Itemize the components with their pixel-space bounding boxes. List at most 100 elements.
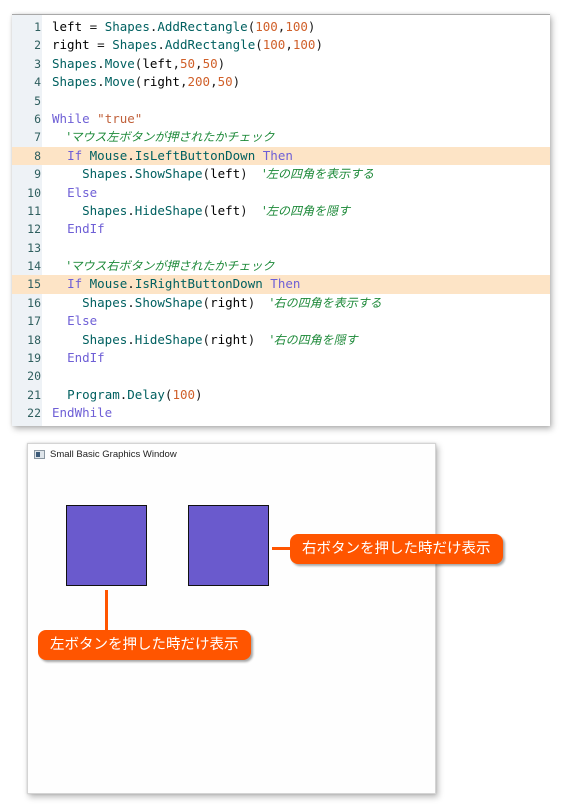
code-token: 100 <box>285 19 308 34</box>
code-token: 50 <box>202 55 218 71</box>
code-token: left <box>210 202 241 218</box>
code-token: . <box>127 166 135 182</box>
line-number: 22 <box>27 406 41 421</box>
code-line[interactable]: 21 Program.Delay(100) <box>12 386 550 404</box>
graphics-window: Small Basic Graphics Window <box>27 443 436 794</box>
line-number: 18 <box>27 332 41 347</box>
code-token: 100 <box>255 19 278 34</box>
code-lines: 1 left = Shapes.AddRectangle(100,100) 2 rig… <box>12 18 550 423</box>
code-token: 100 <box>262 37 286 53</box>
code-line[interactable]: 2 right = Shapes.AddRectangle(100,100) <box>12 36 550 54</box>
code-line[interactable]: 7 'マウス左ボタンが押されたかチェック <box>12 128 550 146</box>
code-token: EndIf <box>67 221 105 237</box>
code-token: Program <box>67 386 120 402</box>
line-text: 'マウス左ボタンが押されたかチェック <box>52 128 274 146</box>
code-token: = <box>82 19 105 34</box>
line-text: Shapes.ShowShape(right) '右の四角を表示する <box>52 294 382 312</box>
line-number: 1 <box>34 20 41 34</box>
line-number: 10 <box>27 185 41 200</box>
line-number: 16 <box>27 295 41 310</box>
code-token: 200 <box>187 74 211 90</box>
code-line[interactable]: 9 Shapes.ShowShape(left) '左の四角を表示する <box>12 165 550 183</box>
code-line[interactable]: 22 EndWhile <box>12 404 550 422</box>
line-text: Else <box>52 184 97 202</box>
code-token: ) <box>307 19 316 34</box>
code-token: ) <box>195 386 203 402</box>
line-number: 8 <box>34 148 41 163</box>
code-line[interactable]: 1 left = Shapes.AddRectangle(100,100) <box>12 18 550 36</box>
code-token: Mouse <box>89 147 128 163</box>
line-number: 15 <box>27 277 41 292</box>
code-token: left <box>210 166 241 182</box>
line-text: Shapes.HideShape(left) '左の四角を隠す <box>52 202 350 220</box>
code-token: = <box>89 37 113 53</box>
code-token: "true" <box>97 110 143 126</box>
code-token: right <box>210 294 248 310</box>
right-rectangle-shape <box>188 505 269 586</box>
code-token: ( <box>255 37 263 53</box>
code-token: Mouse <box>89 276 128 292</box>
code-line[interactable]: 17 Else <box>12 312 550 330</box>
line-text: EndIf <box>52 349 105 367</box>
code-token: EndWhile <box>52 405 113 421</box>
code-token: , <box>285 37 293 53</box>
code-line[interactable]: 8 If Mouse.IsLeftButtonDown Then <box>12 146 550 166</box>
code-token: Move <box>104 55 135 71</box>
code-token: , <box>179 74 188 90</box>
code-line[interactable]: 14 'マウス右ボタンが押されたかチェック <box>12 257 550 275</box>
code-token: 100 <box>292 37 316 53</box>
code-editor[interactable]: 1 left = Shapes.AddRectangle(100,100) 2 rig… <box>12 14 550 426</box>
code-line[interactable]: 16 Shapes.ShowShape(right) '右の四角を表示する <box>12 294 550 312</box>
code-line[interactable]: 11 Shapes.HideShape(left) '左の四角を隠す <box>12 202 550 220</box>
code-comment: '右の四角を表示する <box>270 295 382 310</box>
code-token: . <box>157 37 165 53</box>
code-token: Shapes <box>82 202 128 218</box>
code-token: left <box>142 55 173 71</box>
code-comment: 'マウス左ボタンが押されたかチェック <box>67 130 275 145</box>
line-text: 'マウス右ボタンが押されたかチェック <box>52 257 274 275</box>
code-line[interactable]: 10 Else <box>12 184 550 202</box>
code-comment: '左の四角を隠す <box>262 203 351 218</box>
code-line[interactable]: 4 Shapes.Move(right,200,50) <box>12 73 550 91</box>
code-token: ) <box>247 331 271 347</box>
line-text: If Mouse.IsRightButtonDown Then <box>52 275 300 293</box>
code-token: ) <box>232 74 241 90</box>
right-callout: 右ボタンを押した時だけ表示 <box>290 534 503 564</box>
code-line[interactable]: 6 While "true" <box>12 110 550 128</box>
code-token: 50 <box>179 55 196 71</box>
code-line[interactable]: 3 Shapes.Move(left,50,50) <box>12 55 550 73</box>
line-number: 7 <box>34 130 41 145</box>
line-number: 3 <box>34 56 41 71</box>
code-token: Then <box>270 276 301 292</box>
code-line[interactable]: 20 <box>12 367 550 385</box>
line-number: 6 <box>34 111 41 126</box>
code-line[interactable]: 18 Shapes.HideShape(right) '右の四角を隠す <box>12 331 550 349</box>
code-token: ShowShape <box>134 166 203 182</box>
code-line[interactable]: 13 <box>12 239 550 257</box>
left-callout-connector <box>105 590 108 631</box>
code-line[interactable]: 15 If Mouse.IsRightButtonDown Then <box>12 275 550 294</box>
code-line[interactable]: 19 EndIf <box>12 349 550 367</box>
code-line[interactable]: 12 EndIf <box>12 220 550 238</box>
code-token: ( <box>202 202 211 218</box>
line-number: 4 <box>34 75 41 90</box>
code-token: ) <box>315 37 323 53</box>
code-token: IsLeftButtonDown <box>134 147 256 163</box>
code-token: right <box>142 74 180 90</box>
line-number: 11 <box>27 203 41 218</box>
code-token: 100 <box>172 386 196 402</box>
code-token: ( <box>202 331 211 347</box>
code-token: Move <box>104 74 135 90</box>
code-line[interactable]: 5 <box>12 92 550 110</box>
code-token: right <box>52 37 90 53</box>
line-number: 17 <box>27 314 41 329</box>
